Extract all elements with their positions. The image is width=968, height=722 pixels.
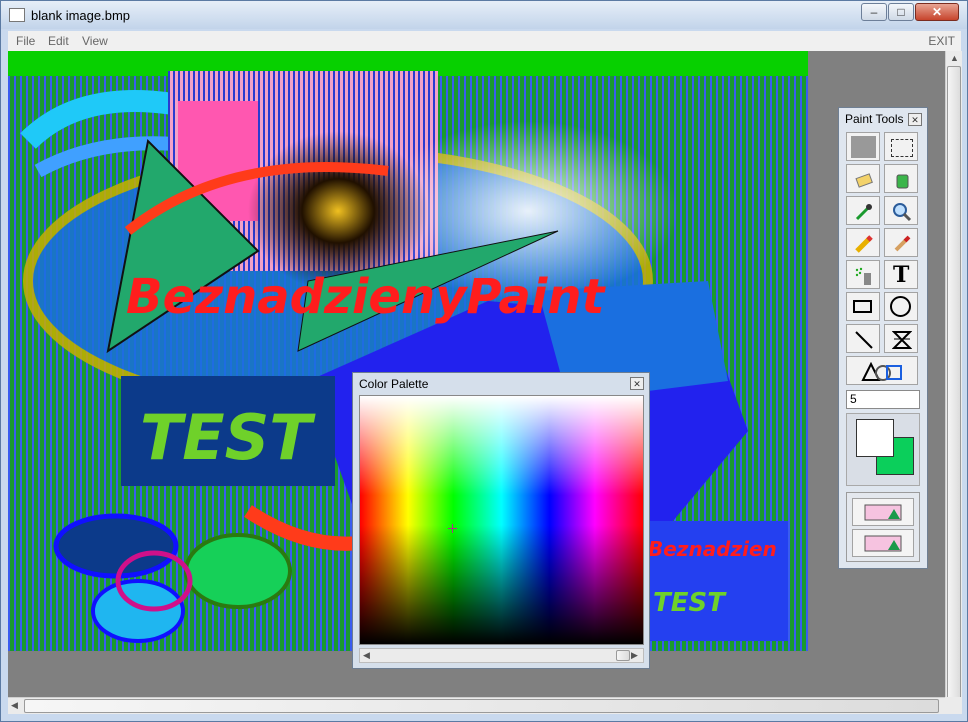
rectangle-icon xyxy=(853,300,872,313)
maximize-button[interactable]: □ xyxy=(888,3,914,21)
canvas-title-text: BeznadzienyPaint xyxy=(126,269,607,325)
stamp-button-2[interactable] xyxy=(852,529,914,557)
palette-scroll-thumb[interactable] xyxy=(616,650,630,661)
minimize-icon: – xyxy=(870,5,878,19)
hourglass-shape-tool[interactable] xyxy=(884,324,918,353)
ellipse-tool[interactable] xyxy=(884,292,918,321)
stamp-image-icon xyxy=(864,535,902,552)
brush-icon xyxy=(894,235,911,252)
scroll-up-icon[interactable]: ▲ xyxy=(950,53,959,63)
crosshair-icon xyxy=(448,524,457,533)
bucket-tool[interactable] xyxy=(884,164,918,193)
shapes-combo-tool[interactable] xyxy=(846,356,918,385)
thumb-title-text: Beznadzien xyxy=(648,537,777,561)
close-icon: ✕ xyxy=(911,115,919,125)
menu-file[interactable]: File xyxy=(16,34,35,48)
title-bar[interactable]: blank image.bmp – □ ✕ xyxy=(1,1,967,29)
scroll-right-icon[interactable]: ▶ xyxy=(631,650,638,661)
magnifier-icon xyxy=(893,203,912,222)
line-icon xyxy=(855,331,873,349)
text-icon: T xyxy=(893,262,910,288)
magnifier-tool[interactable] xyxy=(884,196,918,225)
fill-rect-icon xyxy=(851,136,876,158)
horizontal-scroll-thumb[interactable] xyxy=(24,699,939,713)
canvas-test-text: TEST xyxy=(140,401,316,474)
palette-scrollbar[interactable]: ◀ ▶ xyxy=(359,648,644,663)
eraser-tool[interactable] xyxy=(846,164,880,193)
color-palette-title: Color Palette xyxy=(359,377,429,391)
stamp-image-icon xyxy=(864,504,902,521)
brush-size-input[interactable]: 5 xyxy=(846,390,920,409)
color-spectrum[interactable] xyxy=(359,395,644,645)
line-tool[interactable] xyxy=(846,324,880,353)
menu-view[interactable]: View xyxy=(82,34,108,48)
spray-icon xyxy=(855,267,871,285)
menu-bar: File Edit View EXIT xyxy=(8,31,961,51)
stamp-button-1[interactable] xyxy=(852,498,914,526)
scroll-left-icon[interactable]: ◀ xyxy=(11,700,18,711)
eraser-icon xyxy=(855,173,873,188)
paint-tools-title: Paint Tools xyxy=(845,112,904,126)
hourglass-icon xyxy=(892,331,912,349)
paint-tools-close-button[interactable]: ✕ xyxy=(908,113,922,126)
close-icon: ✕ xyxy=(931,5,943,19)
select-rect-tool[interactable] xyxy=(884,132,918,161)
vertical-scroll-thumb[interactable] xyxy=(947,66,961,702)
stamp-box xyxy=(846,492,920,562)
close-button[interactable]: ✕ xyxy=(915,3,959,21)
fill-rect-tool[interactable] xyxy=(846,132,880,161)
bucket-icon xyxy=(896,174,909,189)
pencil-tool[interactable] xyxy=(846,228,880,257)
close-icon: ✕ xyxy=(633,379,641,389)
pencil-icon xyxy=(855,235,873,253)
spray-tool[interactable] xyxy=(846,260,880,289)
maximize-icon: □ xyxy=(897,5,905,19)
minimize-button[interactable]: – xyxy=(861,3,887,21)
select-rect-icon xyxy=(891,139,913,157)
shapes-combo-icon xyxy=(861,362,902,381)
horizontal-scrollbar[interactable]: ◀ xyxy=(8,697,945,714)
color-palette-close-button[interactable]: ✕ xyxy=(630,377,644,390)
primary-color-swatch[interactable] xyxy=(856,419,894,457)
vertical-scrollbar[interactable]: ▲ xyxy=(945,51,962,702)
eyedropper-icon xyxy=(855,204,872,221)
rectangle-tool[interactable] xyxy=(846,292,880,321)
window-title: blank image.bmp xyxy=(31,8,130,23)
scroll-left-icon[interactable]: ◀ xyxy=(363,650,370,661)
color-palette-window: Color Palette ✕ ◀ ▶ xyxy=(352,372,650,669)
thumb-test-text: TEST xyxy=(653,588,727,618)
eyedropper-tool[interactable] xyxy=(846,196,880,225)
ellipse-icon xyxy=(890,296,911,317)
app-icon xyxy=(9,8,25,22)
scroll-corner xyxy=(945,697,962,714)
text-tool[interactable]: T xyxy=(884,260,918,289)
paint-tools-panel: Paint Tools ✕ T 5 xyxy=(838,107,928,569)
menu-edit[interactable]: Edit xyxy=(48,34,69,48)
color-selector xyxy=(846,413,920,486)
brush-tool[interactable] xyxy=(884,228,918,257)
menu-exit[interactable]: EXIT xyxy=(928,34,955,48)
